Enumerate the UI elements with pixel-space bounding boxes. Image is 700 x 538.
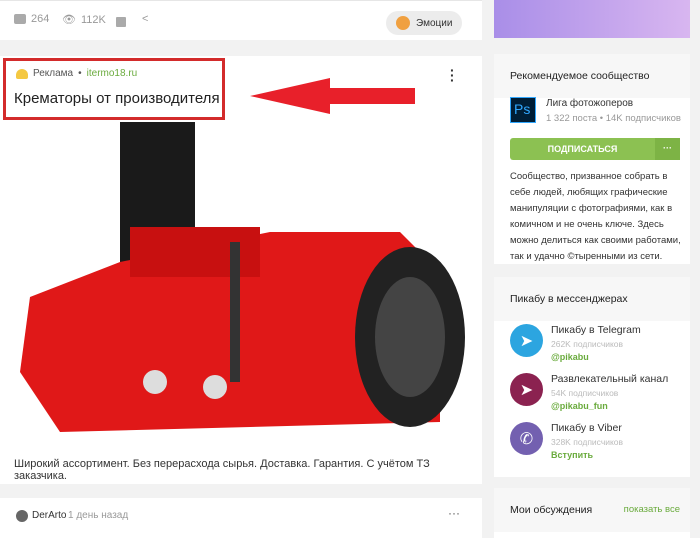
- views-stat: 👁 112K: [62, 13, 106, 27]
- save-icon[interactable]: [116, 17, 126, 27]
- author-link[interactable]: DerArto: [32, 510, 66, 521]
- more-icon[interactable]: ···: [448, 506, 460, 520]
- cremator-image: [0, 122, 482, 442]
- community-logo[interactable]: Ps: [510, 97, 536, 123]
- community-description: Сообщество, призванное собрать в себе лю…: [510, 171, 681, 262]
- more-icon[interactable]: ···: [450, 63, 455, 87]
- emotions-button[interactable]: Эмоции: [386, 11, 462, 35]
- recommended-community: Рекомендуемое сообщество Ps Лига фотожоп…: [494, 54, 690, 264]
- eye-icon: 👁: [62, 14, 76, 26]
- messenger-item[interactable]: ✆ Пикабу в Viber 328K подписчиков Вступить: [510, 422, 623, 460]
- telegram-icon: ➤: [510, 324, 543, 357]
- subscribe-button[interactable]: ПОДПИСАТЬСЯ ···: [510, 138, 680, 160]
- section-header: Пикабу в мессенджерах: [494, 277, 690, 321]
- messenger-item[interactable]: ➤ Развлекательный канал 54K подписчиков @pi…: [510, 373, 668, 411]
- ad-domain-link[interactable]: itermo18.ru: [87, 68, 138, 79]
- ad-icon: [16, 68, 28, 79]
- messenger-item[interactable]: ➤ Пикабу в Telegram 262K подписчиков @pikab…: [510, 324, 641, 362]
- post-time: 1 день назад: [68, 510, 129, 521]
- promo-banner[interactable]: [494, 0, 690, 38]
- avatar[interactable]: [16, 510, 28, 522]
- emoji-icon: [396, 16, 410, 30]
- previous-post-footer: 264 👁 112K < Эмоции: [0, 0, 482, 40]
- ad-post: Реклама • itermo18.ru Крематоры от произво…: [0, 56, 482, 484]
- post-header: DerArto 1 день назад ···: [0, 498, 482, 538]
- red-arrow: [250, 78, 415, 114]
- telegram-icon: ➤: [510, 373, 543, 406]
- show-all-link[interactable]: показать все: [624, 504, 680, 532]
- ad-description: Широкий ассортимент. Без перерасхода сыр…: [14, 458, 430, 482]
- messengers-section: Пикабу в мессенджерах ➤ Пикабу в Telegram…: [494, 277, 690, 477]
- ad-image[interactable]: [0, 122, 482, 442]
- comment-icon: [14, 14, 26, 24]
- share-icon[interactable]: <: [142, 13, 148, 25]
- community-name[interactable]: Лига фотожоперов: [546, 98, 633, 109]
- comments-button[interactable]: 264: [14, 13, 49, 25]
- discussions-section: Мои обсуждения показать все: [494, 488, 690, 538]
- ad-title[interactable]: Крематоры от производителя: [14, 90, 220, 107]
- section-header: Рекомендуемое сообщество: [494, 54, 690, 98]
- community-more-button[interactable]: ···: [655, 138, 680, 160]
- viber-icon: ✆: [510, 422, 543, 455]
